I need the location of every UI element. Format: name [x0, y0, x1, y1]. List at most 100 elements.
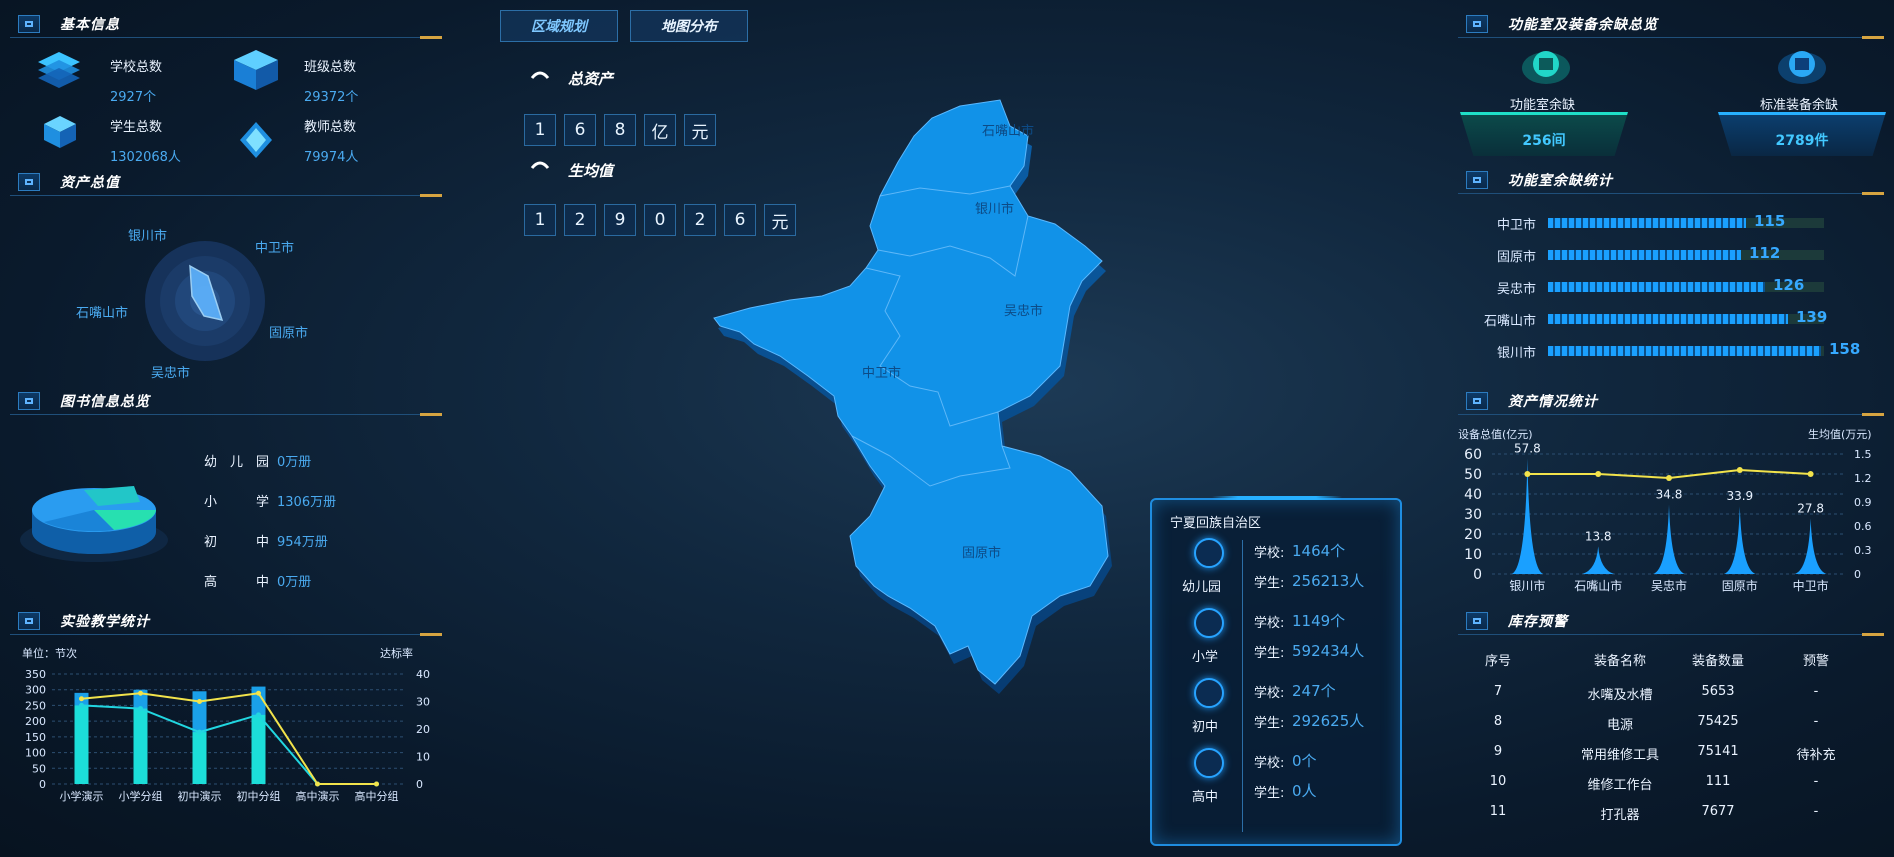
x-tick: 初中分组: [237, 789, 281, 803]
data-label: 33.9: [1726, 489, 1753, 503]
table-cell: 75425: [1697, 714, 1739, 729]
books-pie-3d: [20, 486, 168, 562]
y-tick: 200: [25, 715, 46, 728]
room-label: 功能室余缺: [1510, 98, 1576, 113]
x-tick: 吴忠市: [1651, 578, 1687, 593]
books-header: 图书信息总览: [10, 387, 442, 416]
students-label: 学生:: [1254, 716, 1285, 731]
hbar-fill: [1548, 346, 1821, 356]
tab-region-planning[interactable]: 区域规划: [500, 10, 618, 42]
y-tick: 100: [25, 747, 46, 760]
books-value: 0万册: [277, 455, 312, 470]
x-tick: 中卫市: [1793, 578, 1829, 593]
radar-chart: [145, 241, 265, 361]
map-label-yinchuan: 银川市: [975, 202, 1015, 217]
students-value: 0人: [1292, 782, 1317, 800]
bar-inner: [74, 705, 89, 784]
map-label-guyuan: 固原市: [962, 546, 1002, 561]
data-label: 57.8: [1514, 441, 1541, 455]
y2-tick: 20: [416, 723, 430, 736]
spike: [1723, 506, 1756, 574]
experiment-unit: 单位：节次: [22, 647, 77, 660]
hbar-fill: [1548, 282, 1765, 292]
equipment-label: 标准装备余缺: [1760, 98, 1839, 113]
y2-tick: 0.9: [1854, 496, 1872, 509]
school-level-icon: [1194, 748, 1224, 778]
per-student-digit: 1: [524, 204, 556, 236]
x-tick: 固原市: [1722, 578, 1758, 593]
books-row-kindergarten: 幼 儿 园 0万册: [204, 451, 311, 470]
y2-tick: 30: [416, 696, 430, 709]
series-point: [1666, 475, 1672, 481]
spike: [1794, 518, 1827, 574]
room-stats-title: 功能室余缺统计: [1508, 172, 1613, 189]
radar-label-zhongwei: 中卫市: [255, 241, 295, 256]
y-tick: 0: [39, 778, 46, 791]
y-tick: 10: [1464, 547, 1482, 563]
radar-label-yinchuan: 银川市: [128, 229, 168, 244]
cube-small-icon: [44, 116, 76, 148]
series-point: [138, 706, 143, 712]
per-student-digit: 6: [724, 204, 756, 236]
y2-tick: 1.2: [1854, 472, 1872, 485]
asset-overview-header: 资产总值: [10, 168, 442, 197]
table-header-cell: 装备数量: [1691, 654, 1744, 669]
room-stats-header: 功能室余缺统计: [1458, 166, 1884, 195]
y-tick: 50: [32, 762, 46, 775]
table-cell: 8: [1493, 714, 1503, 729]
school-total-value: 2927个: [110, 90, 157, 105]
room-icon: [1522, 51, 1570, 84]
hbar-value: 115: [1754, 212, 1786, 230]
series-point: [374, 781, 379, 787]
series-point: [79, 696, 84, 702]
schools-label: 学校:: [1254, 756, 1285, 771]
panel-icon: [1466, 170, 1488, 189]
y2-tick: 0: [416, 778, 423, 791]
table-cell: -: [1813, 804, 1819, 819]
series-point: [197, 699, 202, 704]
basic-info-header: 基本信息: [10, 10, 442, 39]
data-label: 27.8: [1797, 501, 1824, 515]
y-tick: 50: [1464, 467, 1482, 483]
students-label: 学生:: [1254, 576, 1285, 591]
function-room-header: 功能室及装备余缺总览: [1458, 10, 1884, 39]
room-value: 256间: [1522, 133, 1566, 149]
school-level-icon: [1194, 678, 1224, 708]
x-tick: 银川市: [1509, 578, 1545, 593]
tab-map-distribution[interactable]: 地图分布: [630, 10, 748, 42]
panel-icon: [18, 611, 40, 630]
y-tick: 20: [1464, 527, 1482, 543]
hbar-value: 126: [1773, 276, 1805, 294]
series-point: [1736, 467, 1743, 473]
per-student-digit: 元: [764, 204, 796, 236]
hbar-value: 158: [1829, 340, 1861, 358]
series-point: [1524, 471, 1531, 477]
y-tick: 150: [25, 731, 46, 744]
students-label: 学生:: [1254, 646, 1285, 661]
radar-label-wuzhong: 吴忠市: [151, 366, 191, 381]
panel-icon: [1466, 611, 1488, 630]
section-arrow-icon: [530, 161, 550, 169]
asset-stats-chart: 60 50 40 30 20 10 0 1.5 1.2 0.9 0.6 0.3 0 57.8 银川市 13.8…: [1464, 441, 1872, 593]
schools-label: 学校:: [1254, 686, 1285, 701]
series-point: [256, 690, 261, 696]
table-cell: 75141: [1697, 744, 1739, 759]
y-tick: 40: [1464, 487, 1482, 503]
school-level-name: 高中: [1192, 790, 1219, 805]
section-arrow-icon: [530, 71, 550, 79]
table-cell: 7677: [1701, 804, 1735, 819]
region-info-title: 宁夏回族自治区: [1170, 516, 1262, 531]
total-assets-digit: 6: [564, 114, 596, 146]
experiment-chart: 350300250200150100500403020100小学演示 小学分组 初中…: [25, 668, 430, 803]
bar-inner: [133, 708, 148, 784]
student-total-label: 学生总数: [110, 120, 163, 135]
hbar-fill: [1548, 250, 1741, 260]
school-level-name: 初中: [1192, 720, 1219, 735]
x-tick: 小学演示: [60, 789, 104, 803]
students-label: 学生:: [1254, 786, 1285, 801]
table-cell: 10: [1489, 774, 1507, 789]
series-point: [1807, 471, 1814, 477]
asset-stats-header: 资产情况统计: [1458, 387, 1884, 416]
panel-icon: [1466, 391, 1488, 410]
region-info-box: 宁夏回族自治区 幼儿园 学校: 1464个 学生: 256213人 小学 学校: 1149个学…: [1150, 496, 1402, 846]
